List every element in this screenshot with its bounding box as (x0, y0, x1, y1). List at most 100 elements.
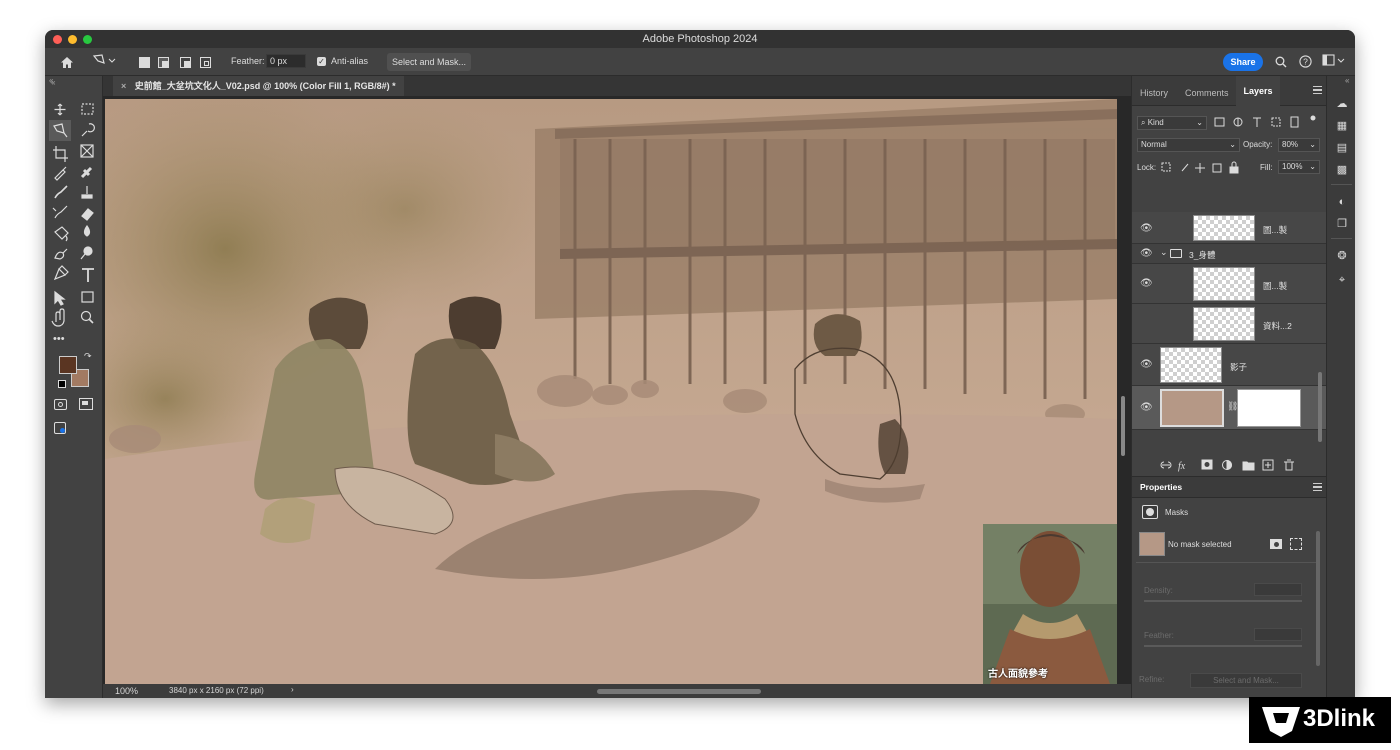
tab-layers-label: Layers (1243, 86, 1273, 96)
fill-layer-thumbnail[interactable] (1160, 389, 1224, 427)
panel-menu-icon[interactable] (1313, 86, 1322, 94)
move-tool-icon (54, 103, 66, 116)
properties-menu-icon[interactable] (1313, 483, 1322, 491)
grid-panel-icon[interactable]: ▦ (1334, 118, 1350, 134)
lock-icons[interactable] (1160, 161, 1250, 175)
edit-toolbar-icon[interactable] (54, 422, 66, 434)
mask-status-text: No mask selected (1168, 540, 1232, 549)
intersect-selection-icon[interactable] (200, 57, 211, 68)
share-button[interactable]: Share (1223, 53, 1263, 71)
eye-icon[interactable]: 👁 (1140, 402, 1153, 413)
paths-icon[interactable]: ⌖ (1334, 272, 1350, 288)
tab-history[interactable]: History (1140, 88, 1168, 98)
tab-comments[interactable]: Comments (1185, 88, 1229, 98)
document-canvas[interactable]: 古人面貌參考 (105, 99, 1117, 684)
feather-property-label: Feather: (1144, 631, 1174, 640)
zoom-tool-icon (88, 318, 94, 324)
swatches-icon[interactable]: ▤ (1334, 140, 1350, 156)
pen-tool-icon (53, 265, 69, 281)
fill-value: 100% (1282, 162, 1303, 171)
default-colors-icon[interactable] (58, 380, 66, 388)
history-brush-icon (52, 205, 68, 219)
add-pixel-mask-icon[interactable] (1270, 539, 1282, 549)
canvas-horizontal-scrollbar[interactable] (597, 689, 761, 694)
opacity-input[interactable]: 80% ⌄ (1278, 138, 1320, 152)
eye-icon[interactable]: 👁 (1140, 359, 1153, 370)
add-vector-mask-icon[interactable] (1290, 538, 1302, 550)
canvas-vertical-scrollbar[interactable] (1121, 396, 1125, 456)
anti-alias-checkbox[interactable]: ✓ (317, 57, 326, 66)
layer-row[interactable]: 👁 影子 (1132, 344, 1327, 386)
search-icon[interactable] (1273, 48, 1289, 78)
styles-icon[interactable]: ❐ (1334, 216, 1350, 232)
chevron-down-icon[interactable]: ⌄ (1160, 247, 1168, 258)
quick-selection-tool-icon (81, 123, 95, 137)
blend-mode-select[interactable]: Normal ⌄ (1137, 138, 1240, 152)
zoom-level[interactable]: 100% (115, 686, 138, 696)
help-icon[interactable]: ? (1297, 48, 1313, 78)
layer-filter-icons[interactable] (1212, 115, 1322, 131)
layer-thumbnail (1193, 215, 1255, 241)
layer-row[interactable]: 資料...2 (1132, 304, 1327, 344)
layer-group-name[interactable]: 3_身體 (1189, 249, 1215, 261)
document-tab[interactable]: × 史前館_大坌坑文化人_V02.psd @ 100% (Color Fill … (113, 76, 404, 96)
layer-name[interactable]: 圖...製 (1263, 224, 1287, 236)
stamp-tool-icon (81, 186, 93, 199)
reference-caption: 古人面貌參考 (988, 669, 1048, 680)
canvas-area[interactable]: 古人面貌參考 (103, 96, 1131, 684)
document-info[interactable]: 3840 px x 2160 px (72 ppi) (169, 686, 264, 695)
layers-scrollbar[interactable] (1318, 372, 1322, 442)
swap-colors-icon[interactable]: ↷ (84, 351, 92, 362)
layers-footer-icons[interactable]: fx (1160, 458, 1310, 472)
home-icon[interactable] (57, 48, 77, 79)
add-to-selection-icon[interactable] (158, 57, 169, 68)
filter-kind-label: Kind (1147, 118, 1164, 127)
layer-name[interactable]: 資料...2 (1263, 320, 1292, 332)
foreground-color-swatch[interactable] (59, 356, 77, 374)
panel-icon-strip: « ☁ ▦ ▤ ▩ ◐ ❐ ❂ ⌖ (1326, 76, 1355, 698)
layer-name[interactable]: 圖...製 (1263, 280, 1287, 292)
tab-layers[interactable]: Layers (1236, 76, 1280, 106)
collapse-panels-icon[interactable]: « (51, 78, 55, 87)
layer-name[interactable]: 影子 (1230, 361, 1247, 373)
layer-mask-thumbnail[interactable] (1237, 389, 1301, 427)
layers-list[interactable]: 👁 圖...製 👁 ⌄ 3_身體 👁 圖...製 資料...2 👁 影子 👁 ⛓ (1132, 182, 1327, 454)
fill-input[interactable]: 100% ⌄ (1278, 160, 1320, 174)
status-bar: 100% 3840 px x 2160 px (72 ppi) › (103, 684, 1131, 698)
screen-mode-icon[interactable] (79, 398, 93, 410)
density-input (1254, 583, 1302, 596)
chevron-down-icon: ⌄ (1309, 140, 1316, 149)
watermark-text: 3Dlink (1303, 705, 1376, 732)
status-expand-icon[interactable]: › (291, 685, 294, 694)
options-bar: Feather: 0 px ✓ Anti-alias Select and Ma… (45, 48, 1355, 76)
hand-tool-icon (51, 308, 65, 327)
layer-row[interactable]: 👁 圖...製 (1132, 264, 1327, 304)
subtract-from-selection-icon[interactable] (180, 57, 191, 68)
properties-title[interactable]: Properties (1140, 482, 1182, 492)
properties-scrollbar[interactable] (1316, 531, 1320, 666)
patterns-icon[interactable]: ▩ (1334, 162, 1350, 178)
layer-group-row[interactable]: 👁 ⌄ 3_身體 (1132, 244, 1327, 264)
eye-icon[interactable]: 👁 (1140, 278, 1153, 289)
channels-icon[interactable]: ❂ (1334, 248, 1350, 264)
eye-icon[interactable]: 👁 (1140, 248, 1153, 259)
quick-mask-icon[interactable] (54, 399, 67, 410)
feather-input[interactable]: 0 px (266, 54, 306, 68)
eye-icon[interactable]: 👁 (1140, 223, 1153, 234)
close-document-icon[interactable]: × (121, 81, 126, 91)
layer-filter-select[interactable]: ⌕ Kind ⌄ (1137, 116, 1207, 130)
properties-select-mask-button: Select and Mask... (1190, 673, 1302, 688)
layer-thumbnail (1193, 267, 1255, 301)
collapse-icon-strip[interactable]: « (1345, 76, 1349, 85)
sponge-tool-icon (80, 253, 86, 260)
lasso-tool-preset-icon[interactable] (91, 48, 117, 76)
select-and-mask-button[interactable]: Select and Mask... (387, 53, 471, 71)
layer-row[interactable]: 👁 圖...製 (1132, 212, 1327, 244)
new-selection-icon[interactable] (139, 57, 150, 68)
window-title: Adobe Photoshop 2024 (642, 33, 758, 45)
libraries-icon[interactable]: ☁ (1334, 96, 1350, 112)
dodge-tool-icon (54, 248, 68, 260)
workspace-icon[interactable] (1321, 48, 1347, 76)
adjustments-icon[interactable]: ◐ (1334, 194, 1350, 210)
layer-row-selected[interactable]: 👁 ⛓ (1132, 386, 1327, 430)
